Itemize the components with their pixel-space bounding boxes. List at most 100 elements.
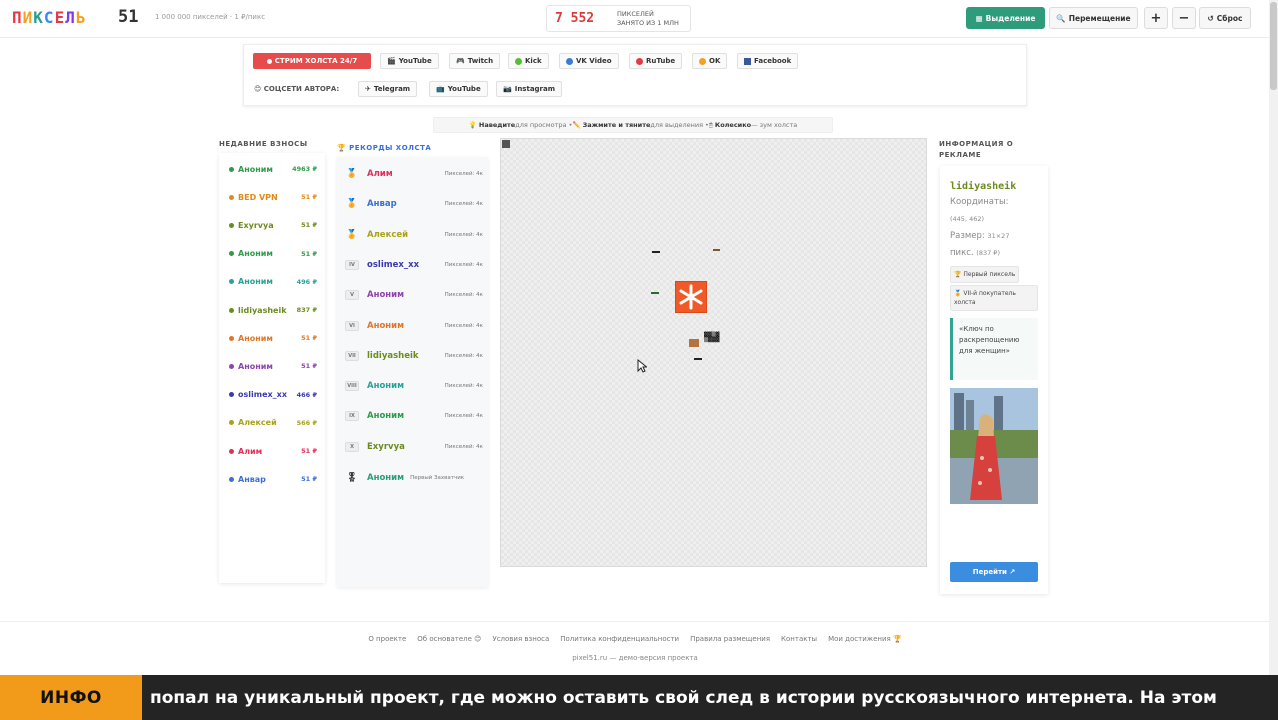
recent-item-name: BED VPN — [238, 192, 278, 202]
record-item[interactable]: IX Аноним Пикселей: 4к — [345, 407, 483, 425]
record-item[interactable]: IV oslimex_xx Пикселей: 4к — [345, 256, 483, 274]
move-mode-button[interactable]: 🔍 Перемещение — [1049, 7, 1138, 29]
recent-item-amount: 51 ₽ — [301, 193, 317, 202]
stream-links-panel: СТРИМ ХОЛСТА 24/7 🎬 YouTube 🎮 Twitch Kick … — [243, 44, 1027, 106]
hint-text-3: — зум холста — [751, 121, 798, 129]
gamepad-icon: 🎮 — [456, 57, 465, 65]
move-mode-label: Перемещение — [1068, 13, 1131, 23]
platform-rutube[interactable]: RuTube — [629, 53, 683, 69]
ad-go-button[interactable]: Перейти ↗ — [950, 562, 1038, 582]
select-mode-button[interactable]: ▦ Выделение — [966, 7, 1045, 29]
pixel-block[interactable] — [713, 249, 720, 251]
rank-badge: VI — [345, 320, 359, 331]
logo-letter: Ь — [75, 8, 87, 27]
record-item-sub: Пикселей: 4к — [444, 171, 483, 177]
pixel-canvas[interactable]: ▓▓▒▓ ▒▓▓▓ — [500, 138, 927, 567]
social-telegram[interactable]: ✈ Telegram — [358, 81, 418, 97]
medal-icon: 🏅 — [346, 169, 358, 179]
scrollbar-thumb[interactable] — [1270, 2, 1277, 90]
record-item-name: Exyrvya — [367, 441, 405, 452]
record-item[interactable]: VII lidiyasheik Пикселей: 4к — [345, 347, 483, 365]
record-item[interactable]: 🏅 Алексей Пикселей: 4к — [345, 226, 483, 244]
pixel-block[interactable] — [652, 251, 660, 253]
social-instagram[interactable]: 📷 Instagram — [496, 81, 563, 97]
recent-contributions-list: Аноним 4963 ₽ BED VPN 51 ₽ Exyrvya 51 ₽ Аноним… — [219, 153, 325, 583]
recent-item[interactable]: Аноним 51 ₽ — [229, 358, 317, 374]
recent-item[interactable]: Exyrvya 51 ₽ — [229, 217, 317, 233]
recent-item[interactable]: BED VPN 51 ₽ — [229, 189, 317, 205]
logo[interactable]: ПИКСЕЛЬ — [12, 8, 86, 27]
ad-size-value: 31×27 — [987, 232, 1010, 240]
recent-item[interactable]: lidiyasheik 837 ₽ — [229, 302, 317, 318]
platform-label: Twitch — [467, 57, 494, 65]
counter-caption: пикселей занято из 1 млн — [617, 10, 679, 28]
footer-link[interactable]: Условия взноса — [492, 635, 549, 643]
record-item[interactable]: 🏅 Алим Пикселей: 4к — [345, 165, 483, 183]
footer-link[interactable]: О проекте — [368, 635, 406, 643]
recent-item-name: Exyrvya — [238, 220, 274, 230]
record-item[interactable]: VIII Аноним Пикселей: 4к — [345, 377, 483, 395]
record-item[interactable]: 🏅 Анвар Пикселей: 4к — [345, 195, 483, 213]
color-dot-icon — [229, 166, 234, 172]
page-scrollbar[interactable] — [1269, 0, 1278, 675]
ad-block-asterisk[interactable] — [675, 281, 707, 313]
platform-vk-video[interactable]: VK Video — [559, 53, 619, 69]
platform-label: YouTube — [398, 57, 432, 65]
ad-owner[interactable]: lidiyasheik — [950, 181, 1016, 192]
pixel-block[interactable] — [651, 292, 659, 294]
reset-button[interactable]: ↺ Сброс — [1199, 7, 1251, 29]
social-youtube[interactable]: 📺 YouTube — [429, 81, 488, 97]
record-item-name: Алексей — [367, 229, 409, 240]
ad-block-photo[interactable] — [689, 339, 699, 347]
footer-link[interactable]: Мои достижения 🏆 — [828, 635, 902, 643]
info-ticker: ИНФО попал на уникальный проект, где мож… — [0, 675, 1278, 720]
record-item[interactable]: V Аноним Пикселей: 4к — [345, 286, 483, 304]
recent-item-amount: 51 ₽ — [301, 447, 317, 455]
recent-item[interactable]: oslimex_xx 466 ₽ — [229, 387, 317, 403]
color-dot-icon — [229, 392, 234, 398]
ad-photo-image — [950, 388, 1038, 504]
hint-hover: Наведите — [478, 121, 516, 129]
platform-youtube[interactable]: 🎬 YouTube — [380, 53, 439, 69]
platform-facebook[interactable]: Facebook — [737, 53, 799, 69]
color-dot-icon — [229, 307, 234, 313]
pixel-block[interactable] — [694, 358, 702, 360]
footer-link[interactable]: Правила размещения — [690, 635, 770, 643]
ad-tag-first-pixel: 🏆 Первый пиксель — [950, 266, 1020, 283]
recent-item[interactable]: Алексей 566 ₽ — [229, 415, 317, 431]
rank-badge: VIII — [345, 381, 359, 392]
first-capturer[interactable]: 🎖 Аноним Первый Захватчик — [345, 469, 483, 487]
recent-item[interactable]: Аноним 4963 ₽ — [229, 161, 317, 177]
platform-ok[interactable]: OK — [692, 53, 728, 69]
platform-twitch[interactable]: 🎮 Twitch — [449, 53, 501, 69]
zoom-in-button[interactable]: + — [1144, 7, 1168, 29]
footer-link[interactable]: Контакты — [781, 635, 817, 643]
hint-wheel: Колесико — [714, 121, 752, 129]
record-item[interactable]: X Exyrvya Пикселей: 4к — [345, 438, 483, 456]
ad-size: Размер: 31×27 — [950, 231, 1009, 241]
recent-item[interactable]: Анвар 51 ₽ — [229, 471, 317, 487]
counter-value: 7 552 — [555, 11, 595, 26]
hint-text-1: для просмотра • — [515, 121, 573, 129]
rank-badge: X — [345, 441, 359, 452]
recent-item[interactable]: Алим 51 ₽ — [229, 443, 317, 459]
record-item[interactable]: VI Аноним Пикселей: 4к — [345, 317, 483, 335]
platform-kick[interactable]: Kick — [508, 53, 549, 69]
rank-badge: V — [345, 290, 359, 301]
record-item-name: Анвар — [367, 199, 397, 210]
recent-item[interactable]: Аноним 51 ₽ — [229, 330, 317, 346]
recent-item-name: Аноним — [238, 361, 273, 371]
ad-price: пикс. (837 ₽) — [950, 248, 1000, 258]
live-stream-label: СТРИМ ХОЛСТА 24/7 — [274, 57, 358, 65]
ad-block-text[interactable]: ▓▓▒▓ ▒▓▓▓ — [704, 333, 730, 345]
ad-photo[interactable] — [950, 388, 1038, 504]
record-item-name: Аноним — [367, 411, 405, 422]
blue-dot-icon — [566, 57, 573, 65]
zoom-out-button[interactable]: − — [1172, 7, 1196, 29]
footer-link[interactable]: Об основателе 😊 — [417, 635, 481, 643]
recent-item[interactable]: Аноним 51 ₽ — [229, 246, 317, 262]
live-stream-button[interactable]: СТРИМ ХОЛСТА 24/7 — [253, 53, 371, 69]
ad-size-label: Размер: — [950, 231, 985, 241]
recent-item[interactable]: Аноним 496 ₽ — [229, 274, 317, 290]
footer-link[interactable]: Политика конфиденциальности — [560, 635, 679, 643]
